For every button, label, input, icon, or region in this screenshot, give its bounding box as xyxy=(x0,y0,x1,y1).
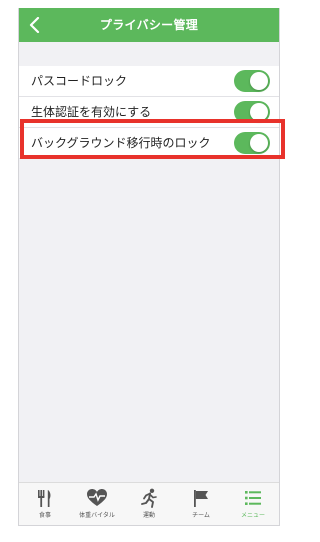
passcode-lock-toggle[interactable] xyxy=(234,70,270,92)
navigation-bar: プライバシー管理 xyxy=(19,8,279,42)
setting-row-passcode-lock: パスコードロック xyxy=(19,66,279,97)
tab-label: 食事 xyxy=(38,512,51,519)
tab-label: 運動 xyxy=(142,512,155,519)
flag-icon xyxy=(194,490,208,507)
tab-team[interactable]: チーム xyxy=(175,483,227,525)
tab-bar: 食事 体重バイタル 運動 チーム メニュー xyxy=(19,482,279,525)
highlight-box xyxy=(20,119,285,159)
page-title: プライバシー管理 xyxy=(99,18,199,32)
tab-weight-vital[interactable]: 体重バイタル xyxy=(71,483,123,525)
fork-knife-icon xyxy=(38,490,51,507)
tab-label: チーム xyxy=(192,512,210,519)
menu-list-icon xyxy=(245,491,261,505)
heart-pulse-icon xyxy=(87,489,107,506)
tab-label: メニュー xyxy=(240,512,265,519)
tab-meal[interactable]: 食事 xyxy=(19,483,71,525)
tab-exercise[interactable]: 運動 xyxy=(123,483,175,525)
setting-label: パスコードロック xyxy=(31,74,128,88)
app-screen: プライバシー管理 パスコードロック 生体認証を有効にする バックグラウンド移行時… xyxy=(18,8,280,526)
running-icon xyxy=(141,488,157,508)
tab-menu[interactable]: メニュー xyxy=(227,483,279,525)
toggle-knob xyxy=(250,72,268,90)
tab-label: 体重バイタル xyxy=(79,512,115,519)
device-frame: プライバシー管理 パスコードロック 生体認証を有効にする バックグラウンド移行時… xyxy=(0,0,294,542)
